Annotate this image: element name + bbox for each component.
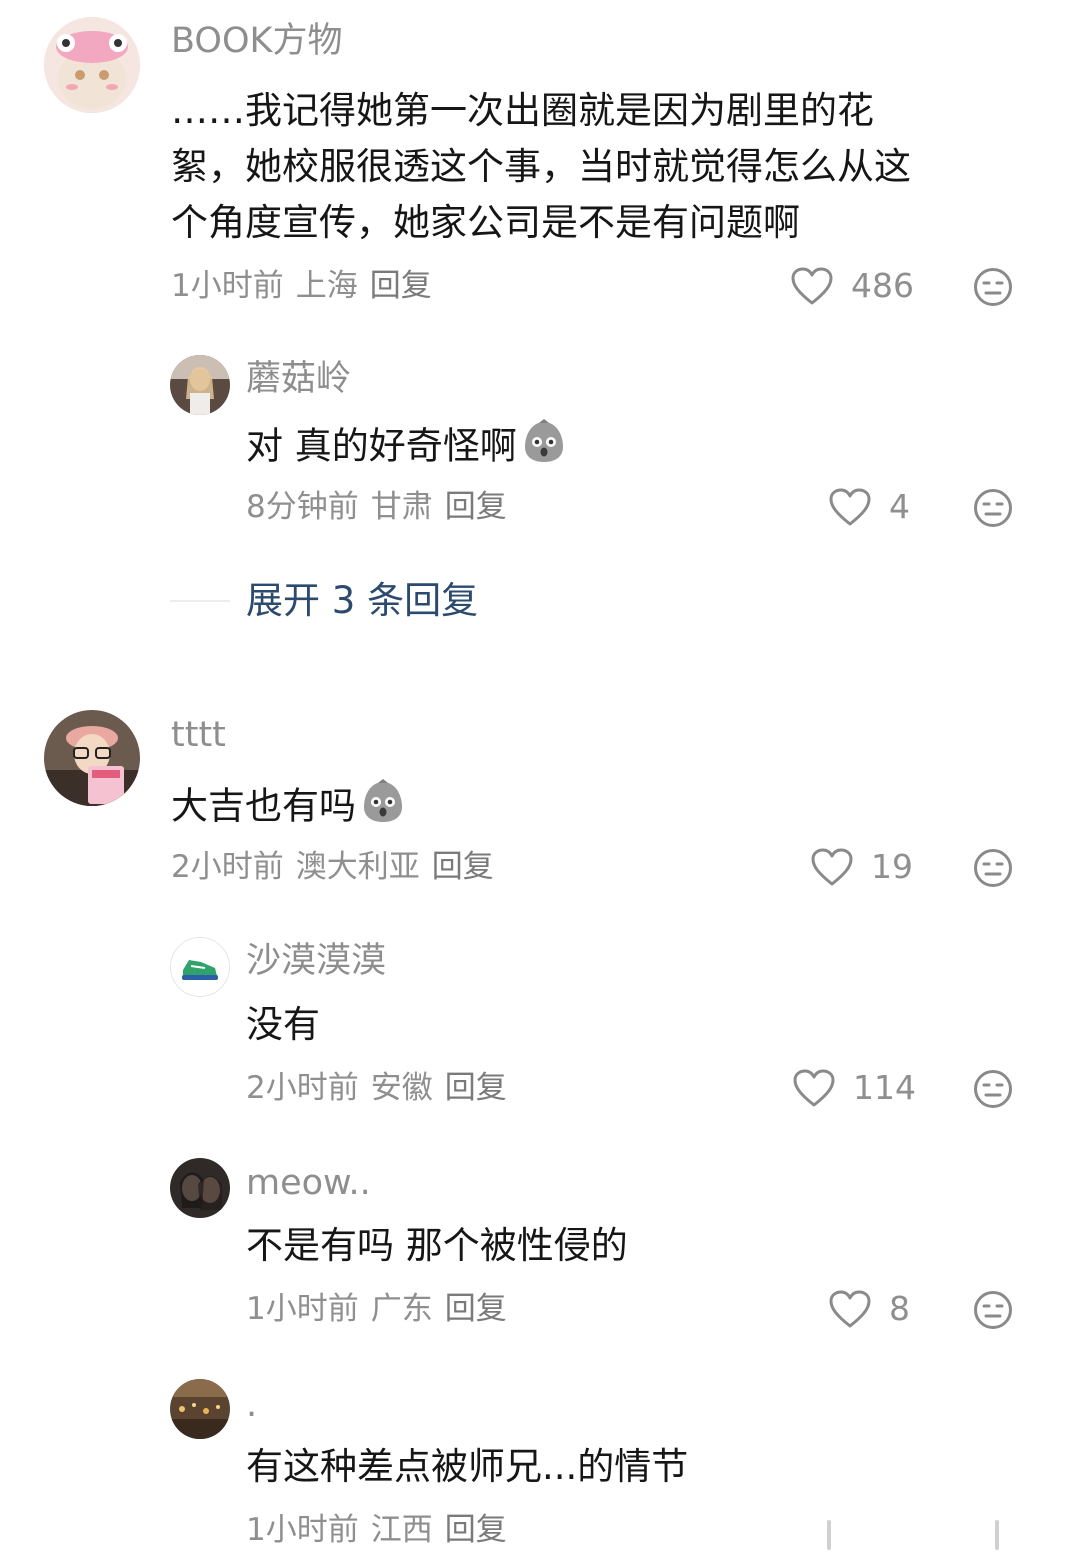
comment-text: 大吉也有吗	[171, 779, 406, 837]
comment-text-line: 絮，她校服很透这个事，当时就觉得怎么从这	[171, 145, 911, 188]
reply-username[interactable]: .	[246, 1384, 257, 1426]
expand-replies-button[interactable]: 展开 3 条回复	[246, 578, 478, 624]
reply-meta: 1小时前 江西 回复	[246, 1510, 519, 1550]
reply-time: 1小时前	[246, 1291, 359, 1327]
like-count: 8	[889, 1289, 910, 1328]
expand-divider	[170, 600, 230, 602]
heart-outline-icon[interactable]	[810, 847, 854, 887]
comment-username[interactable]: tttt	[171, 714, 226, 756]
avatar[interactable]	[44, 17, 140, 113]
meh-face-icon[interactable]	[973, 488, 1013, 528]
comment-username[interactable]: BOOK方物	[171, 20, 342, 62]
reply-time: 8分钟前	[246, 489, 359, 525]
reply-button[interactable]: 回复	[370, 268, 432, 304]
scroll-indicator	[827, 1520, 831, 1550]
comment-location: 澳大利亚	[295, 849, 420, 885]
heart-outline-icon[interactable]	[828, 1289, 872, 1329]
reply-location: 甘肃	[370, 489, 433, 525]
reply-location: 广东	[370, 1291, 433, 1327]
reply-button[interactable]: 回复	[445, 1070, 507, 1106]
avatar[interactable]	[44, 710, 140, 806]
reply-location: 安徽	[370, 1070, 433, 1106]
reply-username[interactable]: 沙漠漠漠	[246, 940, 386, 982]
grey-shocked-emoji-icon	[360, 779, 406, 837]
reply-button[interactable]: 回复	[445, 1512, 507, 1548]
reply-text: 没有	[246, 1003, 320, 1046]
heart-outline-icon[interactable]	[828, 487, 872, 527]
reply-time: 2小时前	[246, 1070, 359, 1106]
like-count: 4	[889, 487, 910, 526]
reply-text: 不是有吗 那个被性侵的	[246, 1224, 628, 1267]
comment-text-line: ……我记得她第一次出圈就是因为剧里的花	[171, 89, 874, 132]
reply-username[interactable]: 蘑菇岭	[246, 358, 351, 400]
meh-face-icon[interactable]	[973, 1069, 1013, 1109]
reply-location: 江西	[370, 1512, 433, 1548]
reply-meta: 8分钟前 甘肃 回复	[246, 487, 519, 527]
reply-text: 对 真的好奇怪啊	[246, 419, 567, 477]
reply-meta: 2小时前 安徽 回复	[246, 1068, 519, 1108]
avatar[interactable]	[170, 1158, 230, 1218]
comment-meta: 2小时前 澳大利亚 回复	[171, 847, 506, 887]
heart-outline-icon[interactable]	[792, 1068, 836, 1108]
like-count: 486	[851, 266, 914, 305]
comment-text-line: 个角度宣传，她家公司是不是有问题啊	[171, 201, 800, 244]
heart-outline-icon[interactable]	[790, 266, 834, 306]
meh-face-icon[interactable]	[973, 267, 1013, 307]
reply-text: 有这种差点被师兄...的情节	[246, 1445, 689, 1488]
avatar[interactable]	[170, 1379, 230, 1439]
comment-text-content: 大吉也有吗	[171, 784, 356, 828]
scroll-indicator	[995, 1520, 999, 1550]
reply-text-content: 对 真的好奇怪啊	[246, 424, 517, 468]
comment-time: 2小时前	[171, 849, 284, 885]
reply-meta: 1小时前 广东 回复	[246, 1289, 519, 1329]
reply-username[interactable]: meow..	[246, 1162, 371, 1204]
like-count: 114	[853, 1068, 916, 1107]
reply-time: 1小时前	[246, 1512, 359, 1548]
meh-face-icon[interactable]	[973, 848, 1013, 888]
reply-button[interactable]: 回复	[445, 489, 507, 525]
avatar[interactable]	[170, 355, 230, 415]
comment-time: 1小时前	[171, 268, 284, 304]
comment-location: 上海	[295, 268, 358, 304]
like-count: 19	[871, 847, 913, 886]
comment-meta: 1小时前 上海 回复	[171, 266, 444, 306]
grey-shocked-emoji-icon	[521, 419, 567, 477]
reply-button[interactable]: 回复	[445, 1291, 507, 1327]
meh-face-icon[interactable]	[973, 1290, 1013, 1330]
avatar[interactable]	[170, 937, 230, 997]
reply-button[interactable]: 回复	[432, 849, 494, 885]
